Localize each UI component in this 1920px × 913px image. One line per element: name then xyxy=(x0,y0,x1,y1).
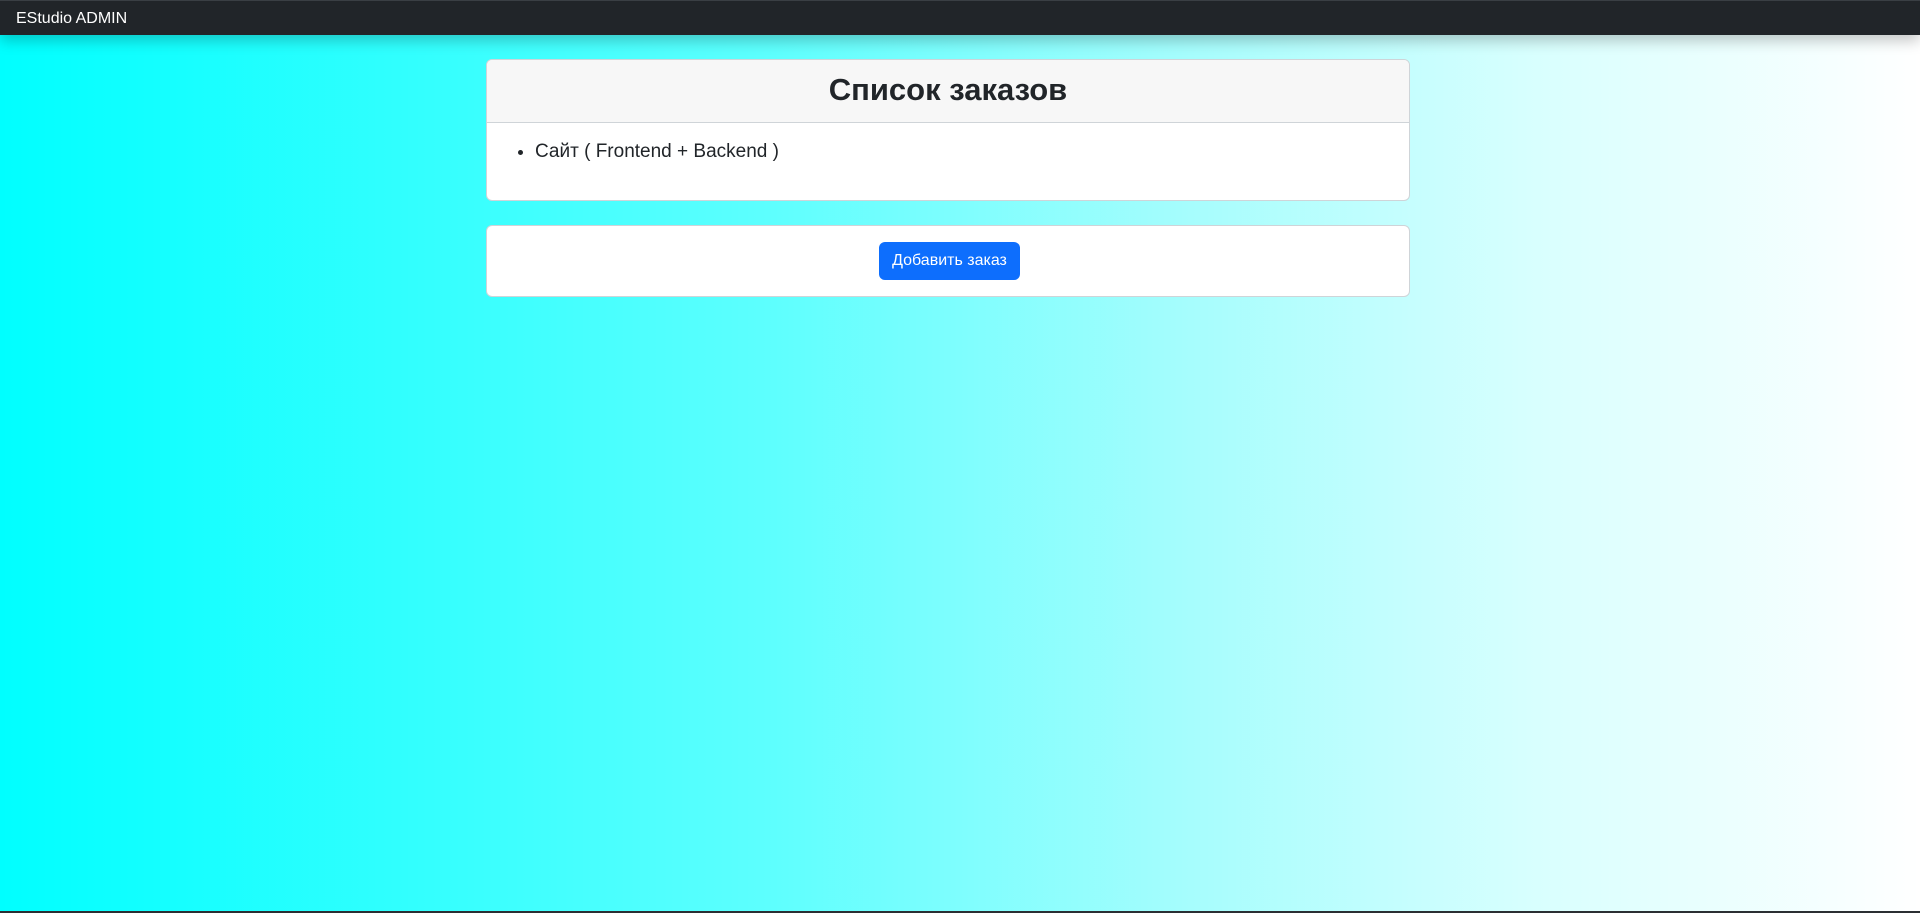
add-order-button[interactable]: Добавить заказ xyxy=(879,242,1020,280)
top-navbar: EStudio ADMIN xyxy=(0,0,1920,35)
list-item: Сайт ( Frontend + Backend ) xyxy=(535,140,1409,164)
actions-card: Добавить заказ xyxy=(486,225,1410,297)
orders-card: Список заказов Сайт ( Frontend + Backend… xyxy=(486,59,1410,201)
orders-card-header: Список заказов xyxy=(487,60,1409,123)
orders-list: Сайт ( Frontend + Backend ) xyxy=(487,123,1409,164)
page-title: Список заказов xyxy=(828,72,1068,107)
brand-link[interactable]: EStudio ADMIN xyxy=(16,9,127,28)
